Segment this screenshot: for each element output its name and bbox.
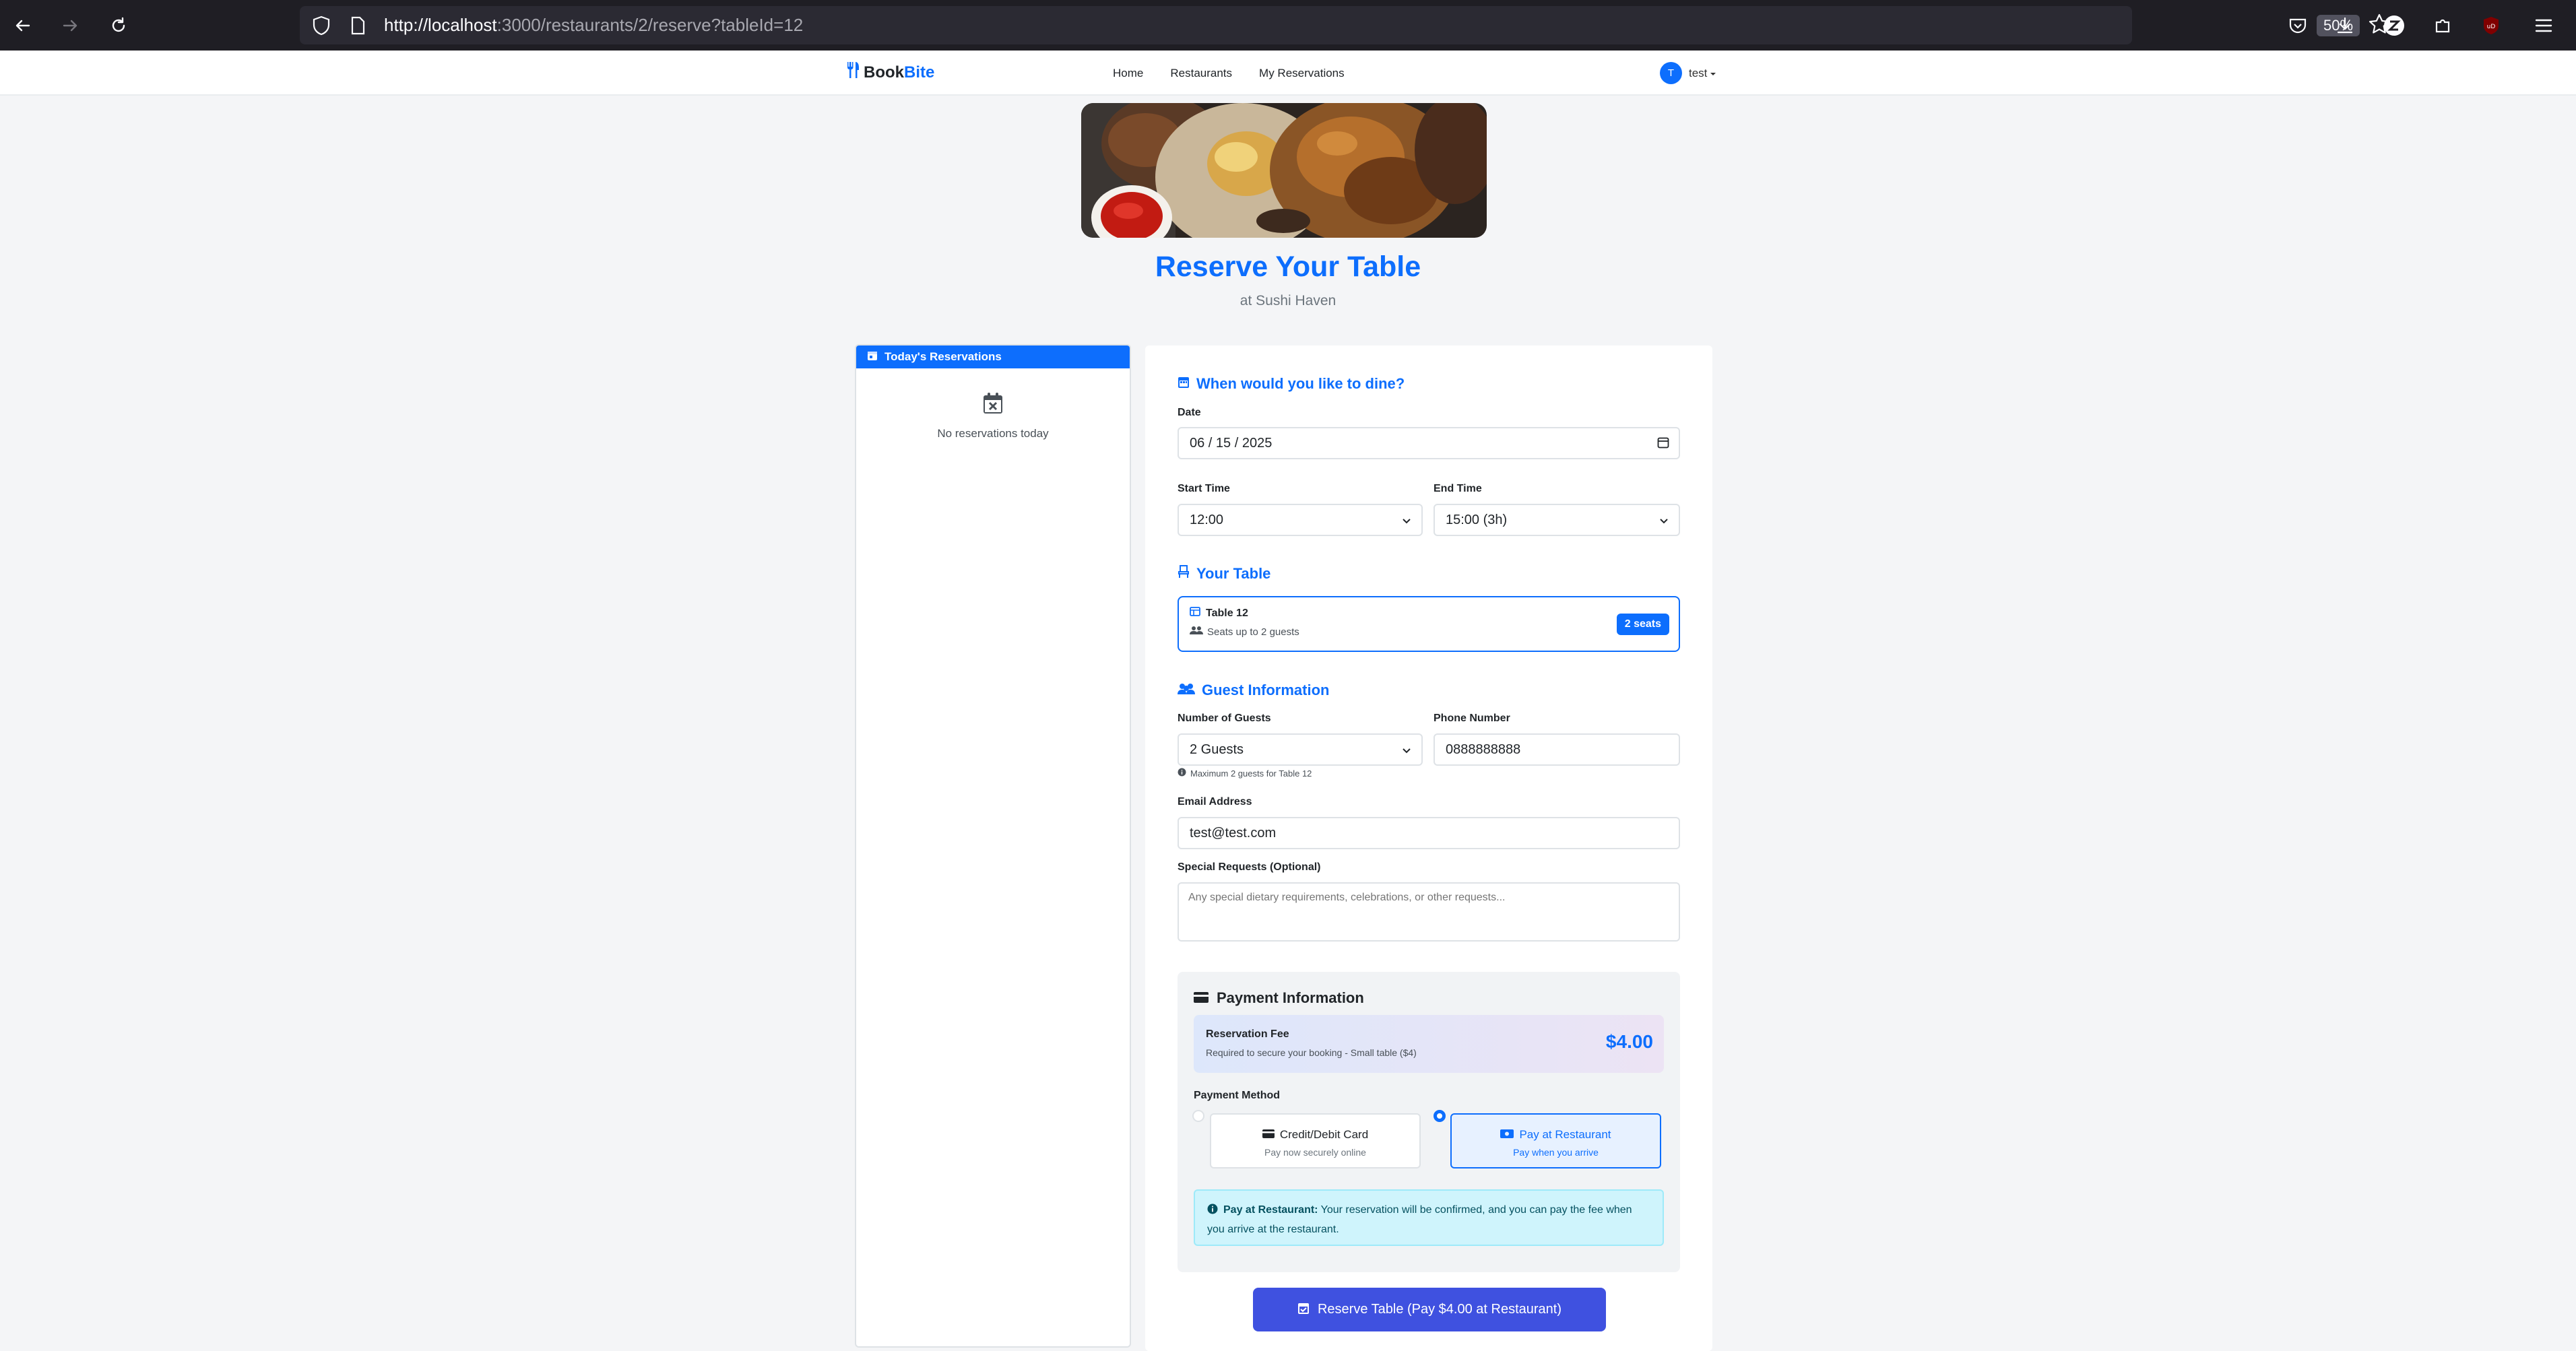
nav-link-home[interactable]: Home xyxy=(1113,67,1143,80)
fee-description: Required to secure your booking - Small … xyxy=(1206,1047,1417,1058)
guest-limit-hint: Maximum 2 guests for Table 12 xyxy=(1178,768,1312,779)
nav-link-my-reservations[interactable]: My Reservations xyxy=(1259,67,1345,80)
card-option-subtitle: Pay now securely online xyxy=(1264,1147,1366,1158)
date-input[interactable]: 06 / 15 / 2025 xyxy=(1178,427,1680,459)
restaurant-subtitle: at Sushi Haven xyxy=(1239,293,1337,308)
empty-state: No reservations today xyxy=(856,393,1130,440)
chair-icon xyxy=(1178,565,1190,583)
zotero-extension-icon[interactable] xyxy=(2378,9,2410,42)
ublock-origin-icon[interactable]: uD xyxy=(2475,9,2507,42)
page-icon xyxy=(350,16,365,38)
end-time-label: End Time xyxy=(1434,483,1482,494)
chevron-down-icon xyxy=(1710,67,1716,80)
payment-section: Payment Information Reservation Fee Requ… xyxy=(1178,972,1680,1272)
extensions-puzzle-icon[interactable] xyxy=(2426,9,2459,42)
chevron-down-icon xyxy=(1401,744,1412,760)
seats-badge: 2 seats xyxy=(1616,614,1669,635)
chevron-down-icon xyxy=(1401,515,1412,530)
panel-header: Today's Reservations xyxy=(856,345,1130,368)
users-icon xyxy=(1178,682,1195,699)
fee-amount: $4.00 xyxy=(1605,1031,1653,1052)
credit-card-icon xyxy=(1262,1128,1275,1142)
chevron-down-icon xyxy=(1659,515,1669,530)
download-icon[interactable] xyxy=(2329,9,2361,42)
restaurant-hero-image xyxy=(1081,103,1487,238)
selected-table-card: Table 12 Seats up to 2 guests 2 seats xyxy=(1178,596,1680,652)
app-navbar: Book Bite Home Restaurants My Reservation… xyxy=(0,51,2576,96)
calendar-day-icon xyxy=(867,350,878,364)
shield-icon[interactable] xyxy=(312,15,331,39)
restaurant-option-subtitle: Pay when you arrive xyxy=(1513,1147,1599,1158)
credit-card-icon xyxy=(1194,989,1209,1007)
section-your-table: Your Table xyxy=(1178,565,1270,583)
card-radio[interactable] xyxy=(1192,1110,1204,1122)
utensils-icon xyxy=(846,61,860,84)
empty-text: No reservations today xyxy=(937,427,1049,440)
email-input[interactable]: test@test.com xyxy=(1178,817,1680,849)
start-time-label: Start Time xyxy=(1178,483,1230,494)
payment-title: Payment Information xyxy=(1194,989,1364,1007)
guests-select[interactable]: 2 Guests xyxy=(1178,733,1423,766)
section-guest-information: Guest Information xyxy=(1178,682,1329,699)
table-grid-icon xyxy=(1190,607,1200,620)
browser-toolbar: http://localhost:3000/restaurants/2/rese… xyxy=(0,0,2576,51)
special-requests-label: Special Requests (Optional) xyxy=(1178,861,1321,873)
start-time-select[interactable]: 12:00 xyxy=(1178,504,1423,536)
payment-option-card[interactable]: Credit/Debit Card Pay now securely onlin… xyxy=(1210,1113,1421,1168)
table-capacity: Seats up to 2 guests xyxy=(1190,626,1299,638)
payment-info-alert: Pay at Restaurant: Your reservation will… xyxy=(1194,1189,1664,1246)
panel-title: Today's Reservations xyxy=(884,350,1002,363)
brand-logo[interactable]: Book Bite xyxy=(846,61,934,84)
user-name: test xyxy=(1689,66,1708,79)
table-name: Table 12 xyxy=(1190,607,1248,620)
date-label: Date xyxy=(1178,407,1201,418)
calendar-picker-icon[interactable] xyxy=(1657,436,1669,453)
phone-label: Phone Number xyxy=(1434,713,1510,724)
pocket-icon[interactable] xyxy=(2282,9,2314,42)
fee-label: Reservation Fee xyxy=(1206,1028,1289,1040)
reservation-form: When would you like to dine? Date 06 / 1… xyxy=(1145,345,1712,1351)
payment-method-label: Payment Method xyxy=(1194,1090,1281,1101)
reserve-table-button[interactable]: Reserve Table (Pay $4.00 at Restaurant) xyxy=(1253,1288,1606,1331)
back-icon[interactable] xyxy=(7,9,39,42)
info-circle-icon xyxy=(1178,768,1186,779)
end-time-select[interactable]: 15:00 (3h) xyxy=(1434,504,1680,536)
main-nav: Home Restaurants My Reservations xyxy=(1113,51,1345,96)
special-requests-textarea[interactable] xyxy=(1178,882,1680,942)
brand-text-book: Book xyxy=(864,63,904,81)
info-bold-text: Pay at Restaurant: xyxy=(1223,1204,1318,1216)
svg-text:uD: uD xyxy=(2487,24,2496,30)
brand-text-bite: Bite xyxy=(904,63,935,81)
reservation-fee-box: Reservation Fee Required to secure your … xyxy=(1194,1015,1664,1073)
forward-icon[interactable] xyxy=(54,9,86,42)
money-bill-icon xyxy=(1500,1128,1514,1142)
email-label: Email Address xyxy=(1178,796,1252,808)
calendar-icon xyxy=(1178,375,1190,393)
page-title: Reserve Your Table xyxy=(1155,251,1421,283)
user-menu[interactable]: T test xyxy=(1660,62,1716,84)
nav-link-restaurants[interactable]: Restaurants xyxy=(1170,67,1232,80)
guests-label: Number of Guests xyxy=(1178,713,1271,724)
restaurant-radio-selected[interactable] xyxy=(1434,1110,1446,1122)
calendar-x-icon xyxy=(856,393,1130,418)
section-when: When would you like to dine? xyxy=(1178,375,1405,393)
users-icon xyxy=(1190,626,1203,638)
address-bar[interactable]: http://localhost:3000/restaurants/2/rese… xyxy=(300,6,2390,44)
avatar: T xyxy=(1660,62,1682,84)
phone-input[interactable]: 0888888888 xyxy=(1434,733,1680,766)
url-text[interactable]: http://localhost:3000/restaurants/2/rese… xyxy=(384,6,803,44)
menu-hamburger-icon[interactable] xyxy=(2527,9,2560,42)
reload-icon[interactable] xyxy=(102,9,135,42)
calendar-check-icon xyxy=(1297,1301,1310,1319)
info-circle-icon xyxy=(1207,1202,1218,1220)
todays-reservations-panel: Today's Reservations No reservations tod… xyxy=(855,344,1131,1348)
payment-option-restaurant[interactable]: Pay at Restaurant Pay when you arrive xyxy=(1450,1113,1661,1168)
